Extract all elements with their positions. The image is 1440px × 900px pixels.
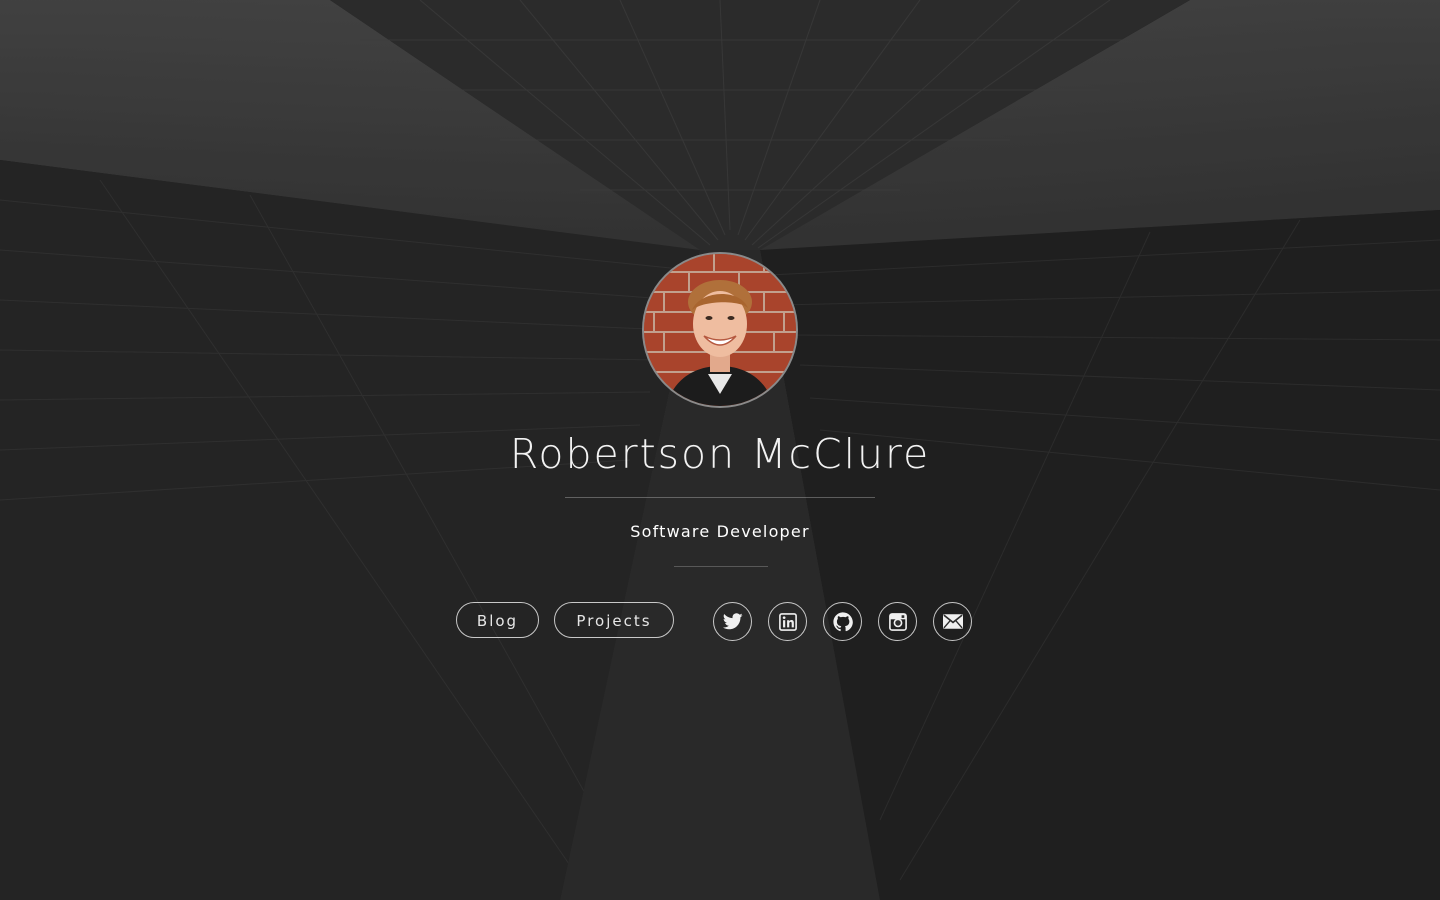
linkedin-icon (778, 612, 797, 631)
name-divider (565, 497, 875, 498)
title-divider (674, 566, 768, 567)
mail-icon (942, 614, 963, 629)
twitter-icon (722, 613, 743, 630)
hero-content: Robertson McClure Software Developer Blo… (0, 0, 1440, 900)
instagram-link[interactable] (878, 602, 917, 641)
projects-button[interactable]: Projects (554, 602, 674, 638)
landing-page: Robertson McClure Software Developer Blo… (0, 0, 1440, 900)
linkedin-link[interactable] (768, 602, 807, 641)
profile-name: Robertson McClure (509, 430, 931, 478)
github-icon (832, 611, 853, 631)
profile-title: Software Developer (630, 522, 810, 541)
profile-photo (644, 254, 796, 406)
github-link[interactable] (823, 602, 862, 641)
email-link[interactable] (933, 602, 972, 641)
avatar (642, 252, 798, 408)
twitter-link[interactable] (713, 602, 752, 641)
blog-button[interactable]: Blog (456, 602, 539, 638)
instagram-icon (888, 612, 907, 631)
